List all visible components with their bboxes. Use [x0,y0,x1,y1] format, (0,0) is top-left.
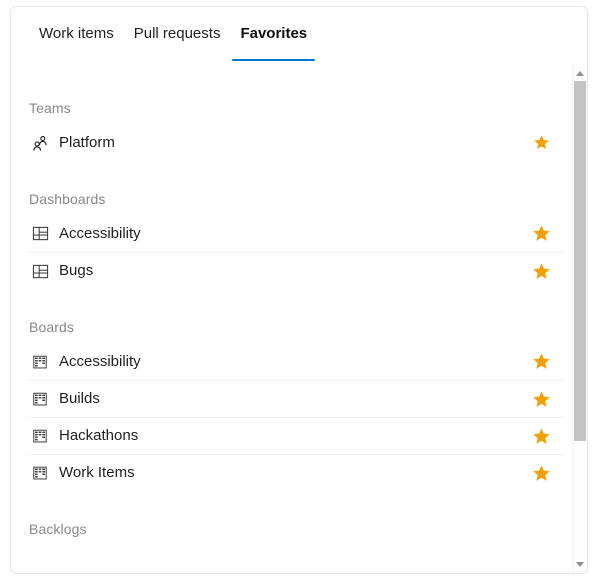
scrollbar-thumb[interactable] [574,81,586,441]
section-rows-dashboards: Accessibility Bugs [11,215,574,289]
board-icon [29,388,51,410]
list-item[interactable]: Builds [29,380,564,417]
team-members-icon [29,132,51,154]
board-icon [29,425,51,447]
tab-pull-requests[interactable]: Pull requests [124,7,231,45]
section-rows-teams: Platform [11,124,574,161]
active-tab-underline [232,59,316,61]
dashboard-icon [29,260,51,282]
section-header-teams: Teams [29,100,71,116]
board-icon [29,462,51,484]
tab-strip: Work items Pull requests Favorites [11,7,587,61]
favorites-list-pane: Teams Platform Dashboards Accessibility … [11,64,587,573]
tab-work-items-label: Work items [39,25,114,42]
star-filled-icon[interactable] [530,223,552,245]
scroll-down-arrow-icon[interactable] [573,557,587,571]
list-item[interactable]: Bugs [29,252,564,289]
list-item-label: Platform [59,133,115,151]
list-item-label: Work Items [59,464,135,481]
section-header-backlogs: Backlogs [29,521,87,537]
star-filled-icon[interactable] [530,260,552,282]
list-item-label: Accessibility [59,224,141,242]
dashboard-icon [29,223,51,245]
star-filled-icon[interactable] [530,351,552,373]
tab-favorites[interactable]: Favorites [230,7,317,61]
section-header-boards: Boards [29,319,74,335]
list-item[interactable]: Hackathons [29,417,564,454]
list-item-label: Builds [59,390,100,407]
board-icon [29,351,51,373]
star-filled-icon[interactable] [530,388,552,410]
star-filled-icon[interactable] [530,425,552,447]
favorites-list: Teams Platform Dashboards Accessibility … [11,64,574,545]
tab-pull-requests-label: Pull requests [133,25,221,42]
list-item[interactable]: Accessibility [29,215,564,252]
list-item[interactable]: Accessibility [29,343,564,380]
tab-work-items[interactable]: Work items [29,7,124,45]
list-item[interactable]: Platform [29,124,564,161]
section-header-dashboards: Dashboards [29,191,106,207]
star-filled-icon[interactable] [530,462,552,484]
list-item-label: Hackathons [59,427,139,444]
favorites-panel: Work items Pull requests Favorites Teams [10,6,588,574]
list-item[interactable]: Work Items [29,454,564,491]
scroll-up-arrow-icon[interactable] [573,66,587,80]
tab-favorites-label: Favorites [240,25,308,42]
list-item-label: Accessibility [59,352,141,370]
section-rows-boards: Accessibility Builds Hackathons Work Ite… [11,343,574,491]
vertical-scrollbar[interactable] [572,64,587,573]
list-item-label: Bugs [59,262,94,279]
star-filled-icon[interactable] [530,132,552,154]
